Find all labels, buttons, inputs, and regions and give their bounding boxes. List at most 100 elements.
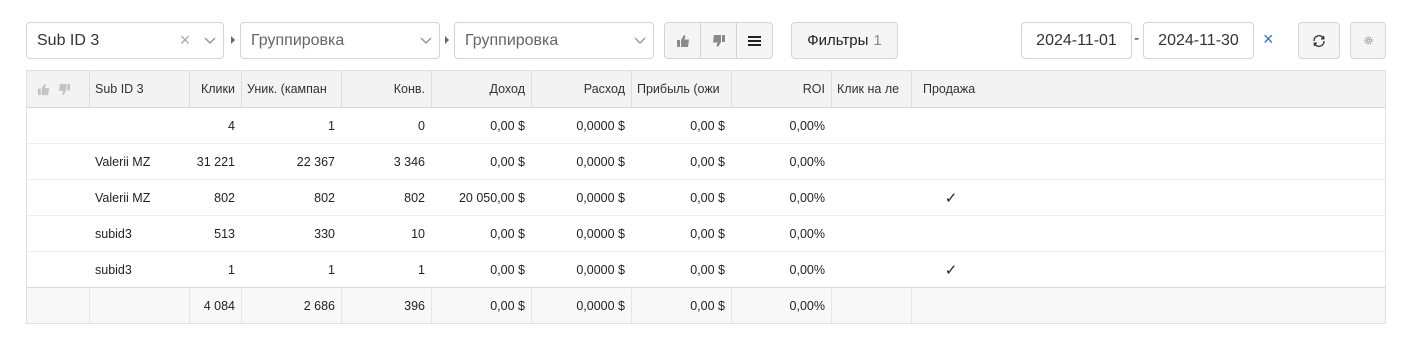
total-income: 0,00 $ — [490, 298, 525, 313]
arrow-right-icon — [231, 36, 235, 44]
cell-profit: 0,00 $ — [690, 154, 725, 169]
cell-roi: 0,00% — [789, 190, 825, 205]
arrow-right-icon — [445, 36, 449, 44]
cell-profit: 0,00 $ — [690, 226, 725, 241]
filters-count: 1 — [873, 32, 882, 49]
cell-unique: 1 — [328, 118, 335, 133]
chevron-down-icon[interactable] — [197, 36, 223, 45]
refresh-button[interactable] — [1298, 22, 1340, 59]
total-clicks: 4 084 — [203, 298, 235, 313]
table-row[interactable]: subid3 1 1 1 0,00 $ 0,0000 $ 0,00 $ 0,00… — [27, 252, 1385, 288]
cell-subid3: Valerii MZ — [95, 190, 151, 205]
grouping-select-1-value: Sub ID 3 — [37, 31, 100, 49]
grouping-select-1[interactable]: Sub ID 3 × — [26, 22, 224, 59]
cell-subid3: subid3 — [95, 226, 132, 241]
cell-profit: 0,00 $ — [690, 190, 725, 205]
total-cost: 0,0000 $ — [576, 298, 625, 313]
thumbs-down-button[interactable] — [700, 22, 737, 59]
cell-lp-clicks — [831, 144, 911, 179]
cell-income: 0,00 $ — [490, 263, 525, 277]
cell-cost: 0,0000 $ — [576, 263, 625, 277]
thumbs-up-button[interactable] — [664, 22, 701, 59]
filters-button[interactable]: Фильтры 1 — [791, 22, 898, 59]
grouping-select-2[interactable]: Группировка — [240, 22, 440, 59]
column-header-clicks[interactable]: Клики — [189, 71, 241, 107]
cell-conversions: 0 — [418, 118, 425, 133]
cell-sale — [911, 144, 991, 179]
filters-label: Фильтры — [807, 32, 869, 49]
cell-cost: 0,0000 $ — [576, 154, 625, 169]
cell-clicks: 802 — [214, 190, 235, 205]
report-table: Sub ID 3 Клики Уник. (кампан Конв. Доход… — [26, 70, 1386, 324]
date-to-input[interactable]: 2024-11-30 — [1143, 22, 1254, 59]
grouping-select-2-placeholder: Группировка — [251, 31, 345, 49]
date-clear-icon[interactable]: × — [1263, 29, 1274, 50]
total-unique: 2 686 — [303, 298, 335, 313]
view-button-group — [664, 22, 773, 59]
menu-icon — [748, 35, 761, 46]
cell-income: 0,00 $ — [490, 154, 525, 169]
column-header-subid3[interactable]: Sub ID 3 — [89, 71, 189, 107]
list-view-button[interactable] — [736, 22, 773, 59]
date-separator: - — [1134, 30, 1140, 47]
column-header-conversions[interactable]: Конв. — [341, 71, 431, 107]
cell-cost: 0,0000 $ — [576, 118, 625, 133]
column-header-lp-clicks[interactable]: Клик на ле — [831, 71, 911, 107]
cell-roi: 0,00% — [789, 154, 825, 169]
grouping-select-3[interactable]: Группировка — [454, 22, 654, 59]
date-from-input[interactable]: 2024-11-01 — [1021, 22, 1132, 59]
cell-unique: 330 — [314, 226, 335, 241]
cell-conversions: 3 346 — [393, 154, 425, 169]
cell-lp-clicks — [831, 252, 911, 288]
cell-sale — [911, 108, 991, 143]
cell-conversions: 1 — [418, 263, 425, 277]
totals-row: 4 084 2 686 396 0,00 $ 0,0000 $ 0,00 $ 0… — [27, 287, 1385, 323]
table-row[interactable]: Valerii MZ 802 802 802 20 050,00 $ 0,000… — [27, 180, 1385, 216]
cell-unique: 802 — [314, 190, 335, 205]
clear-icon[interactable]: × — [173, 30, 197, 51]
cell-subid3: subid3 — [95, 263, 132, 277]
cell-roi: 0,00% — [789, 226, 825, 241]
cell-profit: 0,00 $ — [690, 263, 725, 277]
cell-unique: 22 367 — [296, 154, 335, 169]
grouping-select-3-placeholder: Группировка — [465, 31, 559, 49]
column-header-cost[interactable]: Расход — [531, 71, 631, 107]
cell-cost: 0,0000 $ — [576, 226, 625, 241]
thumbs-down-icon[interactable] — [58, 83, 71, 96]
cell-clicks: 4 — [228, 118, 235, 133]
cell-clicks: 31 221 — [196, 154, 235, 169]
cell-sale — [911, 216, 991, 251]
column-header-income[interactable]: Доход — [431, 71, 531, 107]
column-header-unique[interactable]: Уник. (кампан — [241, 71, 341, 107]
cell-conversions: 10 — [411, 226, 425, 241]
cell-roi: 0,00% — [789, 118, 825, 133]
settings-button[interactable] — [1350, 22, 1386, 59]
chevron-down-icon[interactable] — [413, 36, 439, 45]
total-roi: 0,00% — [789, 298, 825, 313]
total-conversions: 396 — [404, 298, 425, 313]
cell-sale-checkmark: ✓ — [944, 262, 958, 279]
cell-roi: 0,00% — [789, 263, 825, 277]
table-row[interactable]: Valerii MZ 31 221 22 367 3 346 0,00 $ 0,… — [27, 144, 1385, 180]
cell-clicks: 1 — [228, 263, 235, 277]
refresh-icon — [1313, 34, 1325, 47]
cell-profit: 0,00 $ — [690, 118, 725, 133]
cell-cost: 0,0000 $ — [576, 190, 625, 205]
table-header: Sub ID 3 Клики Уник. (кампан Конв. Доход… — [27, 71, 1385, 108]
cell-unique: 1 — [328, 263, 335, 277]
total-profit: 0,00 $ — [690, 298, 725, 313]
header-rating-cell — [27, 71, 89, 107]
column-header-roi[interactable]: ROI — [731, 71, 831, 107]
cell-income: 0,00 $ — [490, 118, 525, 133]
cell-conversions: 802 — [404, 190, 425, 205]
column-header-sale[interactable]: Продажа — [911, 71, 1011, 107]
cell-lp-clicks — [831, 216, 911, 251]
thumbs-up-icon[interactable] — [37, 83, 50, 96]
cell-income: 0,00 $ — [490, 226, 525, 241]
cell-subid3: Valerii MZ — [95, 154, 151, 169]
table-row[interactable]: subid3 513 330 10 0,00 $ 0,0000 $ 0,00 $… — [27, 216, 1385, 252]
column-header-profit[interactable]: Прибыль (ожи — [631, 71, 731, 107]
table-row[interactable]: 4 1 0 0,00 $ 0,0000 $ 0,00 $ 0,00% — [27, 108, 1385, 144]
cell-sale-checkmark: ✓ — [944, 189, 958, 207]
chevron-down-icon[interactable] — [627, 36, 653, 45]
